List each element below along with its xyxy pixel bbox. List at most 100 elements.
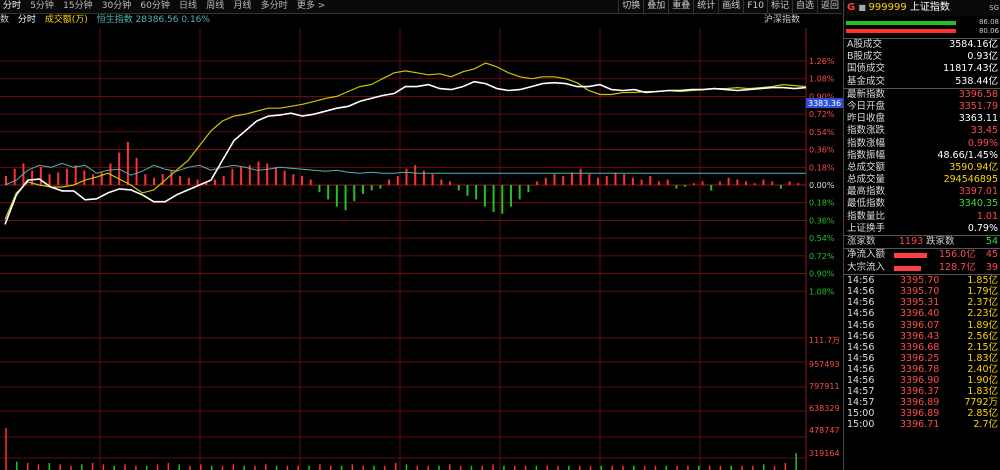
stat-label: A股成交 [847,39,882,50]
intraday-chart[interactable]: 1.26% 1.08% 0.90% 0.72% 0.54% 0.36% 0.18% 0.00%… [0,0,843,470]
g-badge: G [847,2,856,13]
green-bar-value: 86.08 [978,18,999,26]
stat-label: 昨日收盘 [847,113,886,125]
tick-row: 15:00 3396.89 2.85亿 [844,408,1000,419]
stat-value: 3397.01 [958,186,998,198]
tick-price: 3396.37 [900,386,940,398]
stat-value: 3340.35 [958,198,998,210]
stat-row: 指数涨幅 0.99% [844,138,1000,150]
stat-label: 总成交额 [847,161,886,173]
stat-label: 最高指数 [847,186,886,198]
volume-label: 111.7万 [809,336,840,345]
advance-decline: 涨家数 1193 跌家数 54 [844,236,1000,248]
last-price-label: 3383.36 [808,99,841,108]
stat-value: 538.44亿 [955,75,998,87]
stat-row: 指数涨跌 33.45 [844,125,1000,137]
tick-time: 14:57 [847,386,875,398]
flow-row: 净流入额 156.0亿 45 [844,249,1000,262]
tick-list[interactable]: 14:56 3395.70 1.85亿 14:56 3395.70 1.79亿 14:56 3… [844,275,1000,430]
tick-price: 3395.31 [900,297,940,309]
stat-value: 294546895 [943,174,998,186]
stat-row: 最新指数 3396.58 [844,89,1000,101]
pct-label-down: 1.08% [809,287,835,296]
pct-label-up: 0.54% [809,128,835,137]
tick-row: 15:00 3396.71 2.7亿 [844,419,1000,430]
down-label: 跌家数 [926,236,955,247]
tick-time: 14:56 [847,341,875,353]
index-name: 上证指数 [909,2,950,13]
panel-header[interactable]: G ■ 999999 上证指数 SG [844,0,1000,16]
stat-row: 总成交量 294546895 [844,174,1000,186]
volume-label: 638329 [809,404,840,413]
pct-label-up: 0.72% [809,110,835,119]
tick-volume: 2.40亿 [967,363,998,375]
stat-value: 3351.79 [958,100,998,112]
stat-label: 今日开盘 [847,100,886,112]
flow-label: 净流入额 [847,249,886,261]
tick-price: 3396.78 [900,363,940,375]
tick-volume: 2.23亿 [967,308,998,320]
stat-label: 指数振幅 [847,149,886,161]
index-code: 999999 [868,2,907,13]
stat-row: 指数量比 1.01 [844,211,1000,223]
flow-extra: 39 [985,261,998,273]
stat-label: 基金成交 [847,75,886,87]
tick-time: 14:56 [847,363,875,375]
stat-label: 总成交量 [847,174,886,186]
tick-price: 3396.40 [900,308,940,320]
stat-value: 3363.11 [958,113,998,125]
stat-row: 今日开盘 3351.79 [844,101,1000,113]
pct-label-up: 1.08% [809,75,835,84]
flow-bar [894,265,921,271]
tick-row: 14:56 3395.70 1.85亿 [844,275,1000,286]
tick-row: 14:56 3396.68 2.15亿 [844,342,1000,353]
pct-label-zero: 0.00% [809,181,835,190]
flow-label: 大宗流入 [847,261,886,273]
tick-volume: 1.83亿 [967,386,998,398]
green-strength-bar [846,21,956,25]
stat-row: 总成交额 3590.94亿 [844,162,1000,174]
pct-label-up: 0.18% [809,163,835,172]
pct-label-down: 0.18% [809,199,835,208]
stat-label: 国债成交 [847,63,886,75]
tick-time: 14:56 [847,319,875,331]
tick-time: 14:56 [847,286,875,298]
tick-price: 3396.07 [900,319,940,331]
stats-rows: A股成交 3584.16亿 B股成交 0.93亿 国债成交 11817.43亿 基金成交 53… [844,39,1000,235]
lock-icon: ■ [858,3,869,12]
stat-row: 基金成交 538.44亿 [844,76,1000,88]
pct-label-up: 1.26% [809,57,835,66]
stat-label: 指数涨跌 [847,125,886,137]
tick-volume: 7792万 [964,397,998,409]
stat-label: 指数涨幅 [847,137,886,149]
volume-label: 319164 [809,449,840,458]
pct-label-down: 0.54% [809,234,835,243]
pct-label-down: 0.90% [809,270,835,279]
tick-row: 14:57 3396.37 1.83亿 [844,386,1000,397]
tick-price: 3396.71 [900,419,940,431]
volume-label: 478747 [809,426,840,435]
strength-bars: 86.08 80.06 [844,16,1000,38]
right-axis: 1.26% 1.08% 0.90% 0.72% 0.54% 0.36% 0.18% 0.00%… [806,57,843,458]
tick-price: 3396.90 [900,375,940,387]
tick-row: 14:56 3396.40 2.23亿 [844,308,1000,319]
price-lines [4,62,807,225]
tick-volume: 2.37亿 [967,297,998,309]
stat-value: 0.79% [967,222,998,234]
stat-row: B股成交 0.93亿 [844,51,1000,63]
stat-row: 国债成交 11817.43亿 [844,63,1000,75]
red-bar-value: 80.06 [978,27,999,35]
stat-label: 最低指数 [847,198,886,210]
tick-time: 14:56 [847,275,875,287]
tick-row: 14:56 3396.25 1.83亿 [844,353,1000,364]
stat-value: 33.45 [970,125,998,137]
tick-row: 14:56 3396.78 2.40亿 [844,364,1000,375]
stat-value: 1.01 [976,210,998,222]
stat-value: 3396.58 [958,88,998,100]
stat-row: 最低指数 3340.35 [844,198,1000,210]
tick-price: 3396.43 [900,330,940,342]
tick-volume: 2.7亿 [973,419,998,431]
stat-row: 最高指数 3397.01 [844,186,1000,198]
tick-time: 15:00 [847,419,875,431]
flow-extra: 45 [985,249,998,261]
